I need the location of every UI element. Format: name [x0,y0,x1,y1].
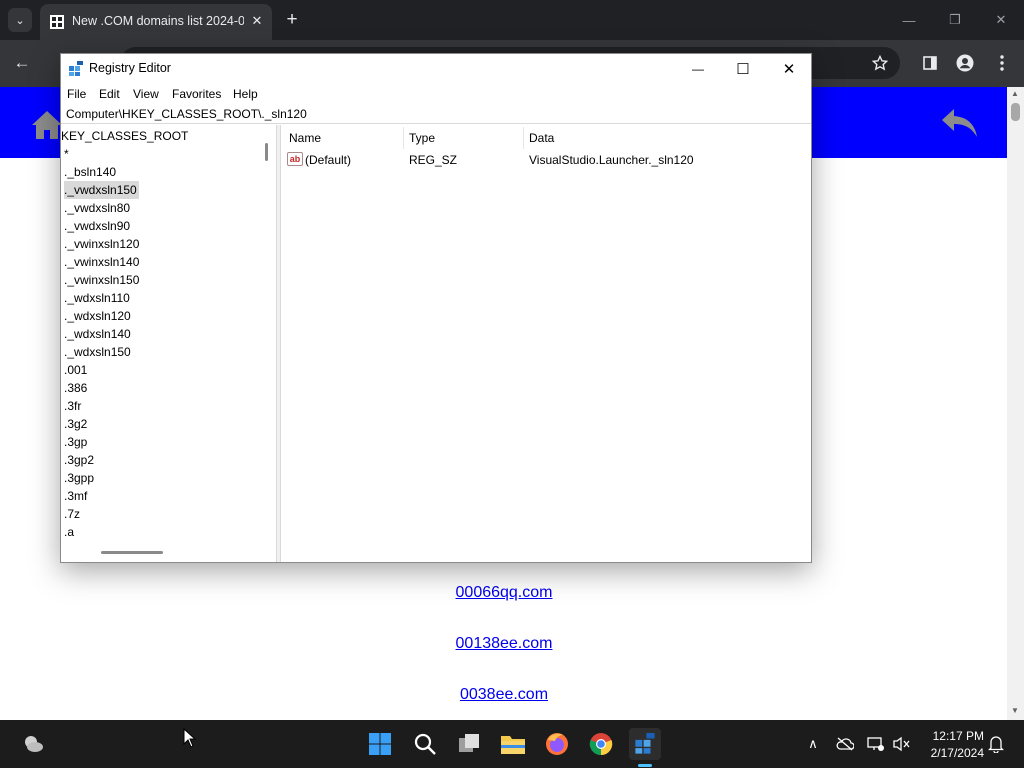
tab-close-icon[interactable]: ✕ [248,12,266,30]
search-icon[interactable] [409,728,441,760]
tree-item[interactable]: .3g2 [64,415,89,433]
registry-editor-titlebar[interactable]: Registry Editor — ☐ ✕ [61,54,811,84]
tree-item-selected[interactable]: ._vwdxsln150 [64,181,139,199]
tree-vertical-scrollbar[interactable] [260,125,275,545]
domain-link[interactable]: 00066qq.com [354,584,654,602]
window-title: Registry Editor [89,61,171,75]
tree-item[interactable]: ._wdxsln110 [64,289,132,307]
value-name[interactable]: (Default) [305,153,351,167]
network-icon[interactable] [866,734,886,754]
tab-search-button[interactable]: ⌄ [8,8,32,32]
registry-editor-window: Registry Editor — ☐ ✕ File Edit View Fav… [60,53,812,563]
browser-menu-icon[interactable] [990,51,1014,75]
home-icon[interactable] [30,109,64,141]
menu-file[interactable]: File [67,87,86,101]
tree-item[interactable]: ._wdxsln140 [64,325,133,343]
tree-item[interactable]: * [64,145,71,163]
tree-horizontal-scrollbar-thumb[interactable] [101,551,163,554]
scrollbar-thumb[interactable] [1011,103,1020,121]
browser-restore-button[interactable]: ❐ [942,8,968,32]
column-header-type[interactable]: Type [409,131,435,145]
profile-avatar-icon[interactable] [953,51,977,75]
site-favicon-icon [50,15,64,29]
value-data: VisualStudio.Launcher._sln120 [529,153,694,167]
column-header-data[interactable]: Data [529,131,554,145]
close-button[interactable]: ✕ [769,57,809,81]
volume-muted-icon[interactable] [892,734,912,754]
registry-key-tree[interactable]: KEY_CLASSES_ROOT * ._bsln140 ._vwdxsln15… [61,125,277,562]
tree-item[interactable]: .3gp [64,433,89,451]
tree-item[interactable]: ._vwinxsln120 [64,235,141,253]
domain-link[interactable]: 00138ee.com [354,635,654,653]
tree-item[interactable]: .386 [64,379,89,397]
taskbar: ∧ 12:17 PM 2/17/2024 [0,720,1024,768]
firefox-icon[interactable] [541,728,573,760]
browser-close-button[interactable]: ✕ [988,8,1014,32]
notification-bell-icon[interactable] [986,734,1006,754]
menu-edit[interactable]: Edit [99,87,120,101]
tree-item[interactable]: .3fr [64,397,83,415]
mouse-cursor-icon [183,728,197,748]
string-value-icon: ab [287,152,303,166]
scroll-down-icon[interactable]: ▼ [1011,706,1019,715]
weather-widget-icon[interactable] [17,728,49,760]
tree-item[interactable]: .3mf [64,487,89,505]
new-tab-button[interactable]: + [282,8,302,32]
scroll-up-icon[interactable]: ▲ [1011,89,1019,98]
registry-editor-taskbar-icon[interactable] [629,728,661,760]
minimize-button[interactable]: — [678,57,718,81]
tree-item[interactable]: ._vwdxsln80 [64,199,132,217]
tree-item[interactable]: ._vwdxsln90 [64,217,132,235]
browser-tab-strip: ⌄ New .COM domains list 2024-0 ✕ + — ❐ ✕ [0,0,1024,40]
tree-item[interactable]: ._vwinxsln150 [64,271,141,289]
tree-item[interactable]: ._wdxsln120 [64,307,133,325]
tree-item[interactable]: ._wdxsln150 [64,343,133,361]
value-type: REG_SZ [409,153,458,167]
file-explorer-icon[interactable] [497,728,529,760]
tree-item[interactable]: .3gp2 [64,451,96,469]
tree-item[interactable]: .3gpp [64,469,96,487]
tray-overflow-chevron-icon[interactable]: ∧ [803,734,823,754]
tree-item[interactable]: .001 [64,361,89,379]
start-button-icon[interactable] [364,728,396,760]
bookmark-star-icon[interactable] [868,51,892,75]
maximize-button[interactable]: ☐ [723,57,763,81]
menu-bar: File Edit View Favorites Help [61,84,811,104]
registry-path[interactable]: Computer\HKEY_CLASSES_ROOT\._sln120 [66,107,307,121]
clock-time[interactable]: 12:17 PM [920,729,984,743]
tree-item[interactable]: ._bsln140 [64,163,118,181]
task-view-icon[interactable] [453,728,485,760]
chrome-icon[interactable] [585,728,617,760]
column-divider[interactable] [403,127,404,149]
registry-address-bar[interactable]: Computer\HKEY_CLASSES_ROOT\._sln120 [61,104,811,124]
onedrive-icon[interactable] [835,734,855,754]
tab-title: New .COM domains list 2024-0 [72,14,244,28]
back-button[interactable]: ← [10,51,34,75]
registry-values-pane[interactable]: Name Type Data ab (Default) REG_SZ Visua… [280,125,811,562]
browser-minimize-button[interactable]: — [896,8,922,32]
column-header-name[interactable]: Name [289,131,321,145]
tree-item[interactable]: .a [64,523,76,541]
page-scrollbar[interactable]: ▲ ▼ [1007,87,1024,720]
tree-item[interactable]: KEY_CLASSES_ROOT [61,127,190,145]
menu-help[interactable]: Help [233,87,258,101]
active-app-indicator [638,764,652,767]
menu-view[interactable]: View [133,87,159,101]
browser-tab[interactable]: New .COM domains list 2024-0 ✕ [40,4,272,40]
domain-link[interactable]: 0038ee.com [354,686,654,704]
clock-date[interactable]: 2/17/2024 [912,746,984,760]
return-arrow-icon[interactable] [940,105,980,141]
menu-favorites[interactable]: Favorites [172,87,221,101]
column-divider[interactable] [523,127,524,149]
tree-scrollbar-thumb[interactable] [265,143,268,161]
tree-item[interactable]: .7z [64,505,82,523]
tree-item[interactable]: ._vwinxsln140 [64,253,141,271]
registry-editor-icon [69,61,83,76]
side-panel-icon[interactable] [918,51,942,75]
